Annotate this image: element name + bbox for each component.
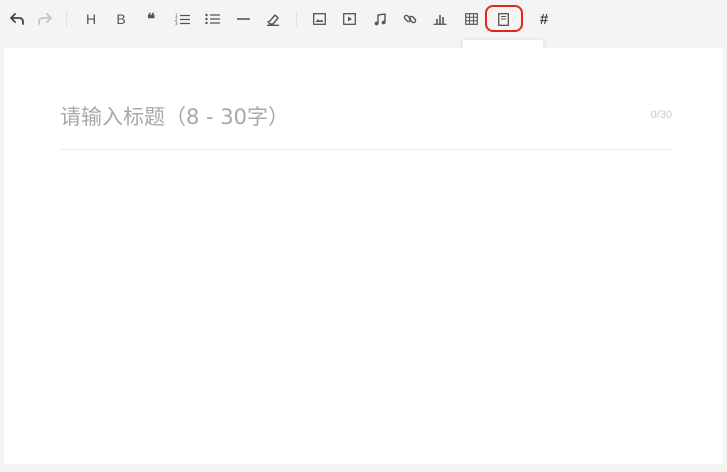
undo-icon[interactable] xyxy=(6,8,28,30)
book-icon[interactable] xyxy=(492,8,514,30)
ordered-list-icon[interactable]: 123 xyxy=(171,8,193,30)
bold-button[interactable]: B xyxy=(110,8,132,30)
clear-format-icon[interactable] xyxy=(262,8,284,30)
bullet-list-icon[interactable] xyxy=(201,8,223,30)
title-char-counter: 0/30 xyxy=(650,109,672,121)
heading-button[interactable]: H xyxy=(80,8,102,30)
blockquote-button[interactable]: ❝ xyxy=(140,8,162,30)
chart-icon[interactable] xyxy=(429,8,451,30)
toolbar-separator xyxy=(296,11,297,27)
hashtag-button[interactable]: # xyxy=(533,8,555,30)
redo-icon[interactable] xyxy=(34,8,56,30)
svg-text:3: 3 xyxy=(175,21,178,25)
table-icon[interactable] xyxy=(460,8,482,30)
editor-body[interactable]: 0/30 xyxy=(4,48,723,464)
title-divider xyxy=(60,149,672,150)
music-icon[interactable] xyxy=(369,8,391,30)
editor-toolbar: H B ❝ 123 # xyxy=(0,0,727,40)
horizontal-rule-icon[interactable] xyxy=(232,8,254,30)
link-icon[interactable] xyxy=(399,8,421,30)
video-icon[interactable] xyxy=(338,8,360,30)
toolbar-separator xyxy=(66,11,67,27)
title-input[interactable] xyxy=(60,100,620,134)
image-icon[interactable] xyxy=(308,8,330,30)
